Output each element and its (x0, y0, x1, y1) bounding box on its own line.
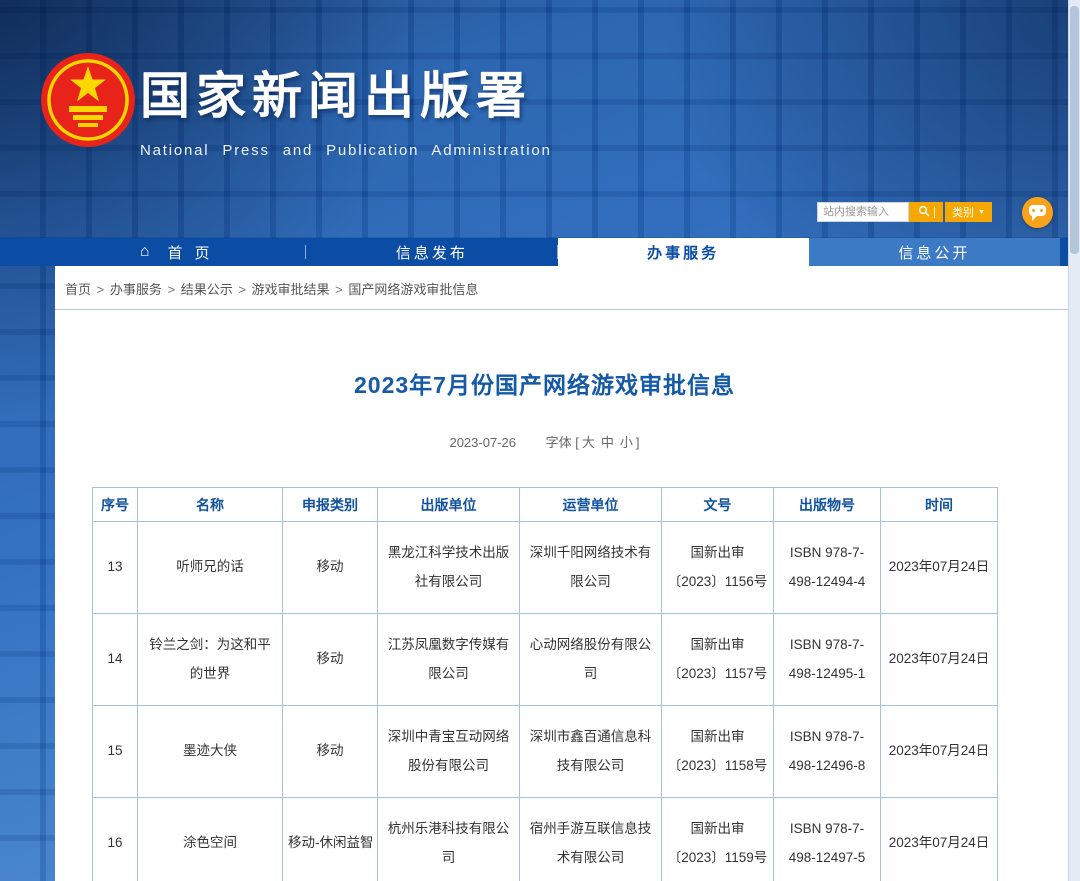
font-size-option-small[interactable]: 小 (620, 435, 633, 450)
cell-publisher: 江苏凤凰数字传媒有限公司 (377, 613, 520, 706)
column-header-date: 时间 (880, 487, 998, 522)
cell-doc-no: 国新出审〔2023〕1158号 (661, 705, 774, 798)
column-header-category: 申报类别 (282, 487, 378, 522)
search-divider (933, 206, 935, 218)
content-panel: 首页 > 办事服务 > 结果公示 > 游戏审批结果 > 国产网络游戏审批信息 2… (55, 266, 1068, 881)
page-title: 2023年7月份国产网络游戏审批信息 (354, 372, 735, 398)
column-header-isbn: 出版物号 (773, 487, 881, 522)
cell-isbn: ISBN 978-7-498-12494-4 (773, 521, 881, 614)
main-nav: ⌂ 首页 信息发布 办事服务 信息公开 (55, 238, 1060, 266)
cell-seq: 16 (92, 797, 138, 881)
breadcrumb-separator: > (234, 282, 250, 297)
nav-item-label: 首页 (167, 244, 222, 262)
cell-operator: 深圳市鑫百通信息科技有限公司 (519, 705, 662, 798)
home-icon: ⌂ (139, 243, 150, 260)
category-dropdown[interactable]: 类别 ▼ (945, 202, 992, 222)
nav-item-label: 办事服务 (647, 244, 720, 262)
navbar: ⌂ 首页 信息发布 办事服务 信息公开 (0, 238, 1080, 266)
nav-item-info-disclosure[interactable]: 信息公开 (808, 238, 1060, 266)
cell-date: 2023年07月24日 (880, 521, 998, 614)
cell-date: 2023年07月24日 (880, 705, 998, 798)
cell-category: 移动-休闲益智 (282, 797, 378, 881)
category-label: 类别 (952, 207, 975, 219)
nav-item-label: 信息公开 (898, 244, 971, 262)
site-banner: 国家新闻出版署 National Press and Publication A… (0, 0, 1080, 238)
search-bar: 类别 ▼ (817, 202, 992, 222)
cell-isbn: ISBN 978-7-498-12495-1 (773, 613, 881, 706)
scrollbar[interactable] (1068, 0, 1080, 881)
cell-name: 涂色空间 (137, 797, 283, 881)
approval-table: 序号 名称 申报类别 出版单位 运营单位 文号 出版物号 时间 13 听师兄的话 移动 黑龙江科学技… (92, 487, 998, 881)
publish-date: 2023-07-26 (449, 435, 516, 450)
font-size-option-large[interactable]: 大 (582, 435, 595, 450)
breadcrumb: 首页 > 办事服务 > 结果公示 > 游戏审批结果 > 国产网络游戏审批信息 (55, 266, 1068, 310)
bracket-open: [ (575, 435, 579, 450)
site-title-en: National Press and Publication Administr… (140, 142, 552, 159)
chevron-down-icon: ▼ (978, 208, 985, 216)
breadcrumb-separator: > (163, 282, 179, 297)
breadcrumb-item[interactable]: 首页 (65, 282, 91, 297)
cell-category: 移动 (282, 613, 378, 706)
cell-date: 2023年07月24日 (880, 797, 998, 881)
table-row: 15 墨迹大侠 移动 深圳中青宝互动网络股份有限公司 深圳市鑫百通信息科技有限公司 国新出… (92, 705, 998, 798)
cell-name: 墨迹大侠 (137, 705, 283, 798)
breadcrumb-item[interactable]: 办事服务 (110, 282, 162, 297)
breadcrumb-item: 国产网络游戏审批信息 (348, 282, 479, 297)
column-header-operator: 运营单位 (519, 487, 662, 522)
cell-category: 移动 (282, 521, 378, 614)
cell-date: 2023年07月24日 (880, 613, 998, 706)
site-title-cn: 国家新闻出版署 (140, 68, 532, 124)
page: 国家新闻出版署 National Press and Publication A… (0, 0, 1080, 881)
breadcrumb-item[interactable]: 游戏审批结果 (252, 282, 330, 297)
column-header-publisher: 出版单位 (377, 487, 520, 522)
chat-bubble-icon (1029, 205, 1046, 221)
cell-publisher: 深圳中青宝互动网络股份有限公司 (377, 705, 520, 798)
search-button[interactable] (909, 202, 944, 222)
breadcrumb-separator: > (93, 282, 108, 297)
cell-doc-no: 国新出审〔2023〕1157号 (661, 613, 774, 706)
font-size-option-medium[interactable]: 中 (601, 435, 614, 450)
cell-publisher: 黑龙江科学技术出版社有限公司 (377, 521, 520, 614)
table-row: 14 铃兰之剑：为这和平的世界 移动 江苏凤凰数字传媒有限公司 心动网络股份有限公司 国新… (92, 613, 998, 706)
cell-publisher: 杭州乐港科技有限公司 (377, 797, 520, 881)
column-header-name: 名称 (137, 487, 283, 522)
nav-item-services[interactable]: 办事服务 (557, 238, 809, 266)
cell-operator: 深圳千阳网络技术有限公司 (519, 521, 662, 614)
table-body: 13 听师兄的话 移动 黑龙江科学技术出版社有限公司 深圳千阳网络技术有限公司 国新出审〔… (92, 521, 998, 881)
cell-doc-no: 国新出审〔2023〕1156号 (661, 521, 774, 614)
article-head: 2023年7月份国产网络游戏审批信息 2023-07-26 字体 [大中小] (92, 366, 997, 451)
table-header-row: 序号 名称 申报类别 出版单位 运营单位 文号 出版物号 时间 (92, 487, 998, 522)
bracket-close: ] (635, 435, 640, 450)
national-emblem-logo (38, 50, 138, 150)
scrollbar-thumb[interactable] (1070, 6, 1079, 254)
nav-item-label: 信息发布 (395, 244, 468, 262)
cell-category: 移动 (282, 705, 378, 798)
search-icon (918, 205, 930, 220)
column-header-doc-no: 文号 (661, 487, 774, 522)
site-title: 国家新闻出版署 National Press and Publication A… (140, 56, 552, 159)
nav-item-home[interactable]: ⌂ 首页 (55, 238, 307, 266)
cell-seq: 13 (92, 521, 138, 614)
cell-name: 听师兄的话 (137, 521, 283, 614)
breadcrumb-separator: > (331, 282, 347, 297)
cell-isbn: ISBN 978-7-498-12497-5 (773, 797, 881, 881)
article-meta: 2023-07-26 字体 [大中小] (92, 432, 997, 451)
column-header-seq: 序号 (92, 487, 138, 522)
customer-service-icon[interactable] (1022, 197, 1053, 228)
search-input[interactable] (817, 202, 910, 222)
font-label: 字体 (545, 435, 576, 450)
cell-operator: 心动网络股份有限公司 (519, 613, 662, 706)
cell-seq: 15 (92, 705, 138, 798)
cell-operator: 宿州手游互联信息技术有限公司 (519, 797, 662, 881)
font-size-controls: 字体 [大中小] (546, 435, 640, 450)
cell-name: 铃兰之剑：为这和平的世界 (137, 613, 283, 706)
breadcrumb-item[interactable]: 结果公示 (181, 282, 233, 297)
table-row: 13 听师兄的话 移动 黑龙江科学技术出版社有限公司 深圳千阳网络技术有限公司 国新出审〔… (92, 521, 998, 614)
cell-isbn: ISBN 978-7-498-12496-8 (773, 705, 881, 798)
cell-doc-no: 国新出审〔2023〕1159号 (661, 797, 774, 881)
cell-seq: 14 (92, 613, 138, 706)
nav-item-info-release[interactable]: 信息发布 (306, 238, 558, 266)
table-row: 16 涂色空间 移动-休闲益智 杭州乐港科技有限公司 宿州手游互联信息技术有限公司 国新出… (92, 797, 998, 881)
